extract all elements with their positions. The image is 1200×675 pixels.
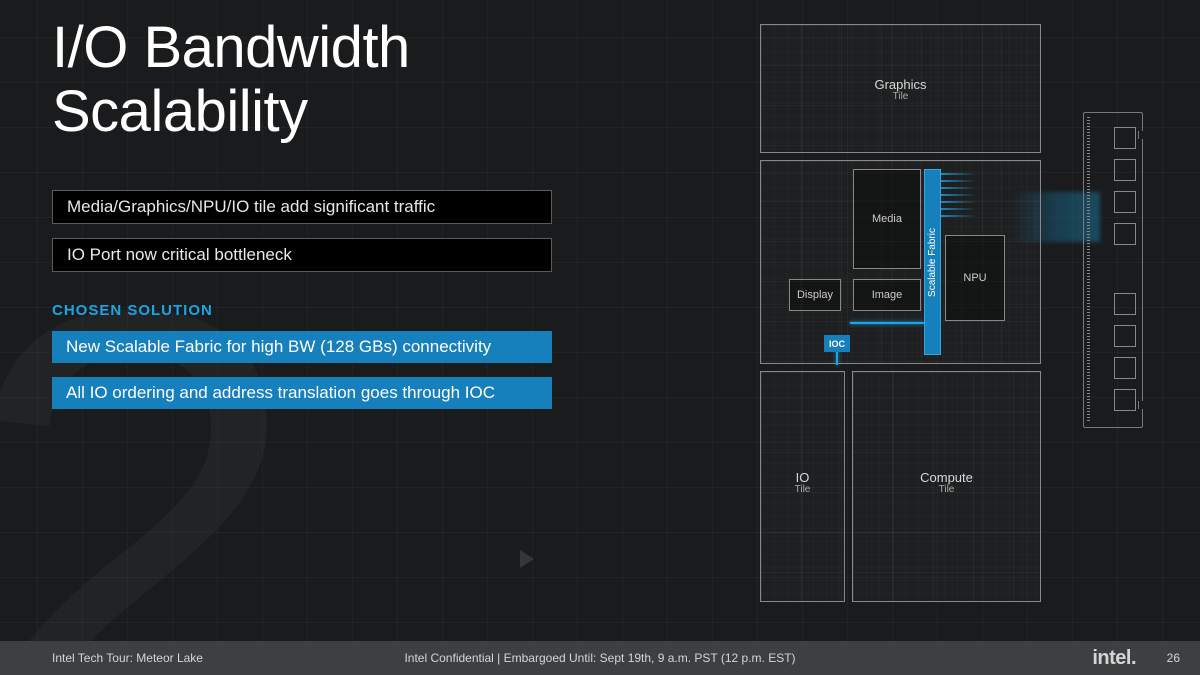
graphics-sublabel: Tile (761, 91, 1040, 102)
io-tile: IO Tile (760, 371, 845, 602)
page-number: 26 (1167, 651, 1180, 665)
intel-logo: intel. (1092, 647, 1136, 670)
footer-center: Intel Confidential | Embargoed Until: Se… (404, 651, 795, 665)
chip-diagram: Graphics Tile Media NPU Display Image Sc… (760, 24, 1041, 602)
compute-label: Compute (920, 470, 973, 485)
fabric-lines (941, 173, 977, 222)
memory-dimm-icon (1083, 112, 1143, 428)
problem-bullet-2: IO Port now critical bottleneck (52, 238, 552, 272)
display-block: Display (789, 279, 841, 311)
graphics-tile: Graphics Tile (760, 24, 1041, 153)
bullet-column: Media/Graphics/NPU/IO tile add significa… (52, 190, 552, 423)
solution-bullet-1: New Scalable Fabric for high BW (128 GBs… (52, 331, 552, 363)
image-block: Image (853, 279, 921, 311)
solution-bullet-2: All IO ordering and address translation … (52, 377, 552, 409)
title-line-2: Scalability (52, 79, 308, 144)
arrow-icon (520, 550, 534, 568)
slide-title: I/O Bandwidth Scalability (52, 16, 410, 144)
footer-left: Intel Tech Tour: Meteor Lake (52, 651, 203, 665)
problem-bullet-1: Media/Graphics/NPU/IO tile add significa… (52, 190, 552, 224)
title-line-1: I/O Bandwidth (52, 15, 410, 80)
compute-tile: Compute Tile (852, 371, 1041, 602)
compute-sublabel: Tile (853, 484, 1040, 495)
soc-tile: Media NPU Display Image Scalable Fabric … (760, 160, 1041, 364)
footer-bar: Intel Tech Tour: Meteor Lake Intel Confi… (0, 641, 1200, 675)
graphics-label: Graphics (874, 77, 926, 92)
io-sublabel: Tile (761, 484, 844, 495)
io-label: IO (796, 470, 810, 485)
ioc-line-h (850, 322, 924, 324)
npu-block: NPU (945, 235, 1005, 321)
scalable-fabric: Scalable Fabric (924, 169, 941, 355)
chosen-solution-heading: CHOSEN SOLUTION (52, 302, 552, 319)
ioc-block: IOC (824, 335, 850, 352)
media-block: Media (853, 169, 921, 269)
